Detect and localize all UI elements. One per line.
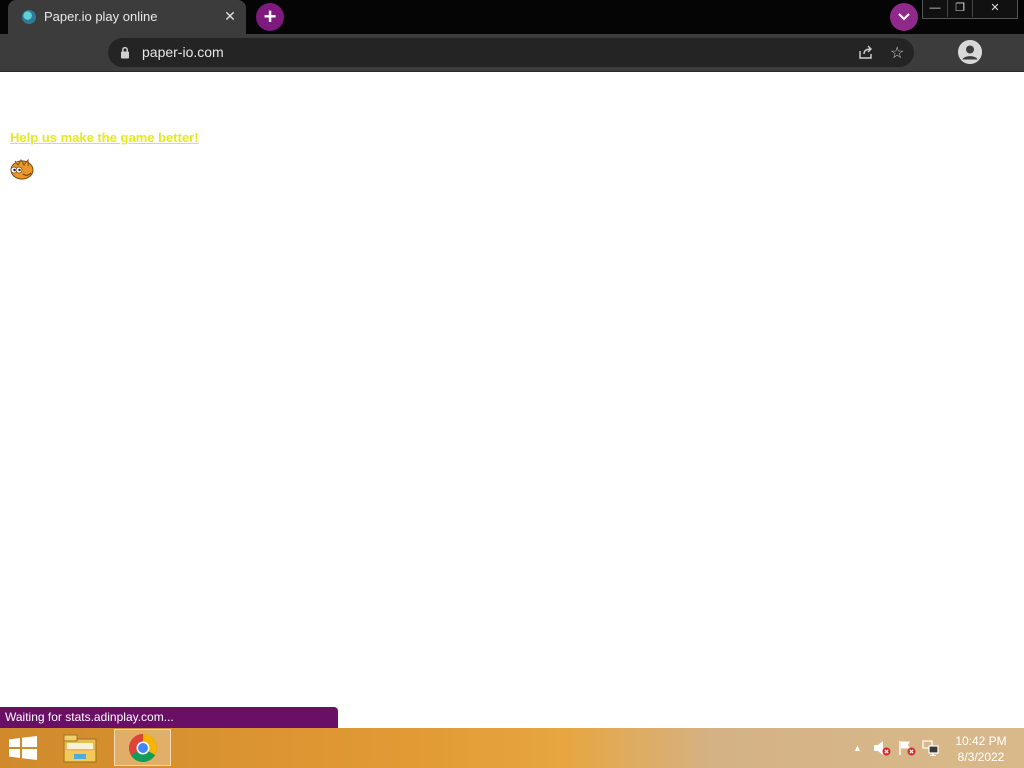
- taskbar: ▲ 10:42 PM 8/3/2022: [0, 728, 1024, 768]
- share-icon[interactable]: [858, 45, 874, 60]
- tab-close-icon[interactable]: ✕: [222, 8, 238, 24]
- tab-paper-io[interactable]: Paper.io play online ✕: [8, 0, 246, 34]
- status-bubble: Waiting for stats.adinplay.com...: [0, 707, 338, 728]
- profile-avatar-icon[interactable]: [958, 40, 982, 64]
- restore-button[interactable]: ❐: [948, 0, 973, 17]
- clock-time: 10:42 PM: [955, 734, 1007, 748]
- paper-io-mascot-icon: [10, 158, 34, 180]
- lock-icon[interactable]: [120, 46, 130, 59]
- new-tab-button[interactable]: +: [256, 3, 284, 31]
- chrome-taskbar-button[interactable]: [114, 729, 171, 766]
- bookmark-star-icon[interactable]: ☆: [890, 43, 904, 63]
- chevron-down-icon: [898, 13, 910, 21]
- url-text[interactable]: paper-io.com: [142, 44, 224, 60]
- tab-search-button[interactable]: [890, 3, 918, 31]
- system-clock[interactable]: 10:42 PM 8/3/2022: [950, 733, 1012, 765]
- action-center-flag-icon[interactable]: [898, 740, 916, 756]
- speaker-muted-icon[interactable]: [873, 740, 891, 756]
- show-hidden-icons-icon[interactable]: ▲: [853, 743, 862, 753]
- chrome-icon: [129, 734, 157, 762]
- network-icon[interactable]: [922, 740, 940, 756]
- tab-title: Paper.io play online: [44, 9, 158, 24]
- address-bar[interactable]: paper-io.com ☆: [108, 38, 914, 67]
- help-improve-game-link[interactable]: Help us make the game better!: [10, 130, 199, 145]
- window-controls: — ❐ ✕: [922, 0, 1018, 19]
- browser-toolbar: paper-io.com ☆: [0, 34, 1024, 72]
- close-window-button[interactable]: ✕: [973, 0, 1017, 17]
- clock-date: 8/3/2022: [957, 750, 1005, 764]
- paper-io-favicon-icon: [22, 10, 36, 24]
- minimize-button[interactable]: —: [923, 0, 948, 17]
- tab-strip: Paper.io play online ✕ + — ❐ ✕: [0, 0, 1024, 34]
- start-icon[interactable]: [8, 736, 38, 760]
- status-text: Waiting for stats.adinplay.com...: [5, 710, 174, 724]
- file-explorer-icon[interactable]: [58, 730, 102, 766]
